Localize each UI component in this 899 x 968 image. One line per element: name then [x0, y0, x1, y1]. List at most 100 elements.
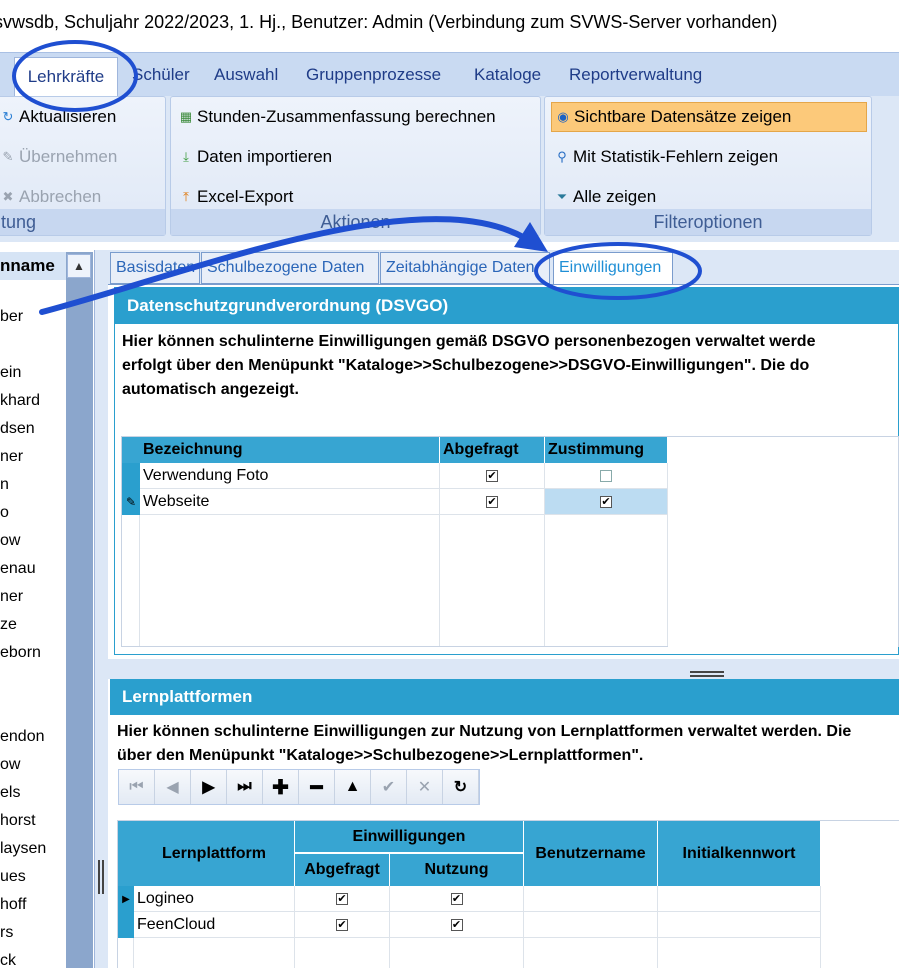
checkmark-icon[interactable]: ✔ [336, 918, 348, 931]
cell-initialkennwort[interactable] [658, 886, 821, 912]
ribbon-group-verwaltung: ↻ Aktualisieren ✎ Übernehmen ✖ Abbrechen… [0, 96, 166, 236]
splitter-grip[interactable] [98, 860, 100, 894]
checkbox-zustimmung[interactable]: ✔ [545, 489, 668, 515]
list-item[interactable]: ein [0, 364, 21, 382]
menu-tab-gruppenprozesse[interactable]: Gruppenprozesse [306, 65, 441, 85]
table-row[interactable]: FeenCloud [134, 912, 295, 938]
excel-export-button[interactable]: ⤒ Excel-Export [179, 187, 293, 207]
list-item[interactable]: ner [0, 448, 23, 466]
panel-splitter[interactable] [108, 659, 899, 679]
remove-icon[interactable]: ━ [299, 770, 335, 804]
list-item[interactable]: endon [0, 728, 45, 746]
table-row[interactable]: Webseite [140, 489, 440, 515]
add-icon[interactable]: ✚ [263, 770, 299, 804]
column-header-benutzername[interactable]: Benutzername [524, 821, 658, 886]
lernplattformen-description: Hier können schulinterne Einwilligungen … [117, 723, 852, 764]
stunden-zusammenfassung-button[interactable]: ▦ Stunden-Zusammenfassung berechnen [179, 107, 496, 127]
list-item[interactable]: ck [0, 952, 16, 968]
sichtbare-datensaetze-button[interactable]: ◉ Sichtbare Datensätze zeigen [551, 102, 867, 132]
cell-benutzername[interactable] [524, 886, 658, 912]
teacher-list-scrollbar[interactable] [66, 252, 93, 968]
aktualisieren-button[interactable]: ↻ Aktualisieren [1, 107, 117, 127]
checkmark-icon[interactable]: ✔ [486, 469, 498, 482]
uebernehmen-button[interactable]: ✎ Übernehmen [1, 147, 118, 167]
list-item[interactable]: laysen [0, 840, 46, 858]
checkbox-nutzung[interactable]: ✔ [390, 912, 524, 938]
column-header-abgefragt[interactable]: Abgefragt [440, 437, 545, 463]
tab-schulbezogene-daten[interactable]: Schulbezogene Daten [201, 252, 379, 284]
list-item[interactable]: ues [0, 868, 26, 886]
row-indicator[interactable] [118, 912, 134, 938]
list-item[interactable]: ner [0, 588, 23, 606]
list-item[interactable]: ber [0, 308, 23, 326]
up-icon[interactable]: ▲ [335, 770, 371, 804]
cell-benutzername[interactable] [524, 912, 658, 938]
checkmark-icon[interactable]: ✔ [600, 495, 612, 508]
confirm-icon[interactable]: ✔ [371, 770, 407, 804]
list-item[interactable]: enau [0, 560, 36, 578]
cancel-icon[interactable]: ✕ [407, 770, 443, 804]
list-item[interactable]: dsen [0, 420, 35, 438]
menu-tab-auswahl[interactable]: Auswahl [214, 65, 278, 85]
checkbox-abgefragt[interactable]: ✔ [440, 489, 545, 515]
tab-einwilligungen[interactable]: Einwilligungen [553, 252, 673, 284]
menu-tab-reportverwaltung[interactable]: Reportverwaltung [569, 65, 702, 85]
checkbox-nutzung[interactable]: ✔ [390, 886, 524, 912]
column-header-zustimmung[interactable]: Zustimmung [545, 437, 668, 463]
list-item[interactable]: n [0, 476, 9, 494]
edit-pencil-icon[interactable]: ✎ [122, 489, 140, 515]
list-item[interactable]: ow [0, 756, 20, 774]
list-item[interactable]: khard [0, 392, 40, 410]
cell-initialkennwort[interactable] [658, 912, 821, 938]
list-item[interactable]: o [0, 504, 9, 522]
grid-corner [122, 437, 140, 463]
first-icon[interactable]: ⏮ [119, 770, 155, 804]
column-header-nutzung[interactable]: Nutzung [390, 854, 524, 886]
checkbox-abgefragt[interactable]: ✔ [295, 912, 390, 938]
splitter[interactable] [95, 250, 107, 968]
checkbox-empty-icon[interactable] [600, 469, 612, 482]
current-row-arrow-icon[interactable]: ▶ [118, 886, 134, 912]
checkbox-abgefragt[interactable]: ✔ [440, 463, 545, 489]
refresh-icon[interactable]: ↻ [443, 770, 479, 804]
menu-tab-kataloge[interactable]: Kataloge [474, 65, 541, 85]
splitter-grip[interactable] [690, 675, 724, 677]
list-item[interactable]: hoff [0, 896, 26, 914]
checkmark-icon[interactable]: ✔ [450, 918, 463, 931]
table-row[interactable]: Verwendung Foto [140, 463, 440, 489]
next-icon[interactable]: ▶ [191, 770, 227, 804]
list-item[interactable]: ze [0, 616, 17, 634]
checkmark-icon[interactable]: ✔ [336, 892, 348, 905]
daten-importieren-button[interactable]: ⤓ Daten importieren [179, 147, 332, 167]
table-row[interactable]: Logineo [134, 886, 295, 912]
cancel-icon: ✖ [2, 189, 14, 204]
prev-icon[interactable]: ◀ [155, 770, 191, 804]
abbrechen-button[interactable]: ✖ Abbrechen [1, 187, 102, 207]
list-item[interactable]: els [0, 784, 20, 802]
column-header-lernplattform[interactable]: Lernplattform [134, 821, 295, 886]
checkbox-zustimmung[interactable] [545, 463, 668, 489]
list-item[interactable]: ow [0, 532, 20, 550]
scroll-up-icon[interactable]: ▲ [67, 254, 91, 278]
column-header-initialkennwort[interactable]: Initialkennwort [658, 821, 821, 886]
menu-tab-schueler[interactable]: Schüler [132, 65, 190, 85]
menu-tab-lehrkraefte[interactable]: Lehrkräfte [14, 57, 118, 97]
list-item[interactable]: eborn [0, 644, 41, 662]
teacher-list-header[interactable]: nname [0, 252, 66, 280]
column-header-bezeichnung[interactable]: Bezeichnung [140, 437, 440, 463]
tab-basisdaten[interactable]: Basisdaten [110, 252, 200, 284]
checkmark-icon[interactable]: ✔ [486, 495, 498, 508]
checkbox-abgefragt[interactable]: ✔ [295, 886, 390, 912]
last-icon[interactable]: ⏭ [227, 770, 263, 804]
checkmark-icon[interactable]: ✔ [450, 892, 463, 905]
list-item[interactable]: horst [0, 812, 36, 830]
statistik-fehler-button[interactable]: ⚲ Mit Statistik-Fehlern zeigen [555, 147, 778, 167]
alle-zeigen-button[interactable]: ⏷ Alle zeigen [555, 187, 656, 207]
splitter-grip[interactable] [690, 671, 724, 673]
splitter-grip[interactable] [102, 860, 104, 894]
lernplattformen-panel-title: Lernplattformen [110, 679, 899, 715]
row-indicator[interactable] [122, 463, 140, 489]
column-header-abgefragt[interactable]: Abgefragt [295, 854, 390, 886]
list-item[interactable]: rs [0, 924, 13, 942]
tab-zeitabhaengige-daten[interactable]: Zeitabhängige Daten [380, 252, 550, 284]
